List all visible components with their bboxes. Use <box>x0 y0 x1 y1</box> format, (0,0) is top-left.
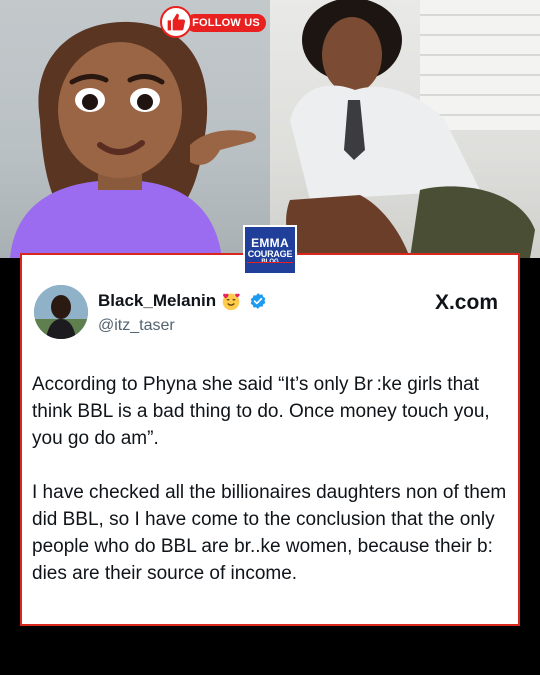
hero-image-area <box>0 0 540 258</box>
logo-line-2: COURAGE <box>247 248 293 259</box>
tweet-paragraph: I have checked all the billionaires daug… <box>32 482 507 584</box>
source-label: X.com <box>434 291 498 314</box>
memoji-illustration <box>10 21 256 258</box>
tweet-card: Black_Melanin @itz_taser X.com According… <box>20 253 520 626</box>
logo-stripe <box>247 262 293 263</box>
display-name[interactable]: Black_Melanin <box>98 291 216 311</box>
follow-us-button[interactable]: FOLLOW US <box>150 6 268 38</box>
smiling-face-with-hearts-emoji <box>222 293 240 311</box>
user-handle[interactable]: @itz_taser <box>98 317 175 335</box>
follow-us-label: FOLLOW US <box>186 14 266 32</box>
avatar[interactable] <box>34 285 88 339</box>
emma-courage-blog-logo: EMMA COURAGE BLOG <box>243 225 297 275</box>
verified-badge-icon <box>250 293 266 309</box>
photo-image <box>270 0 540 258</box>
tweet-body: According to Phyna she said “It’s only B… <box>32 371 512 614</box>
thumbs-up-icon <box>160 6 192 38</box>
memoji-image <box>0 0 270 258</box>
photo-illustration <box>286 0 540 258</box>
tweet-paragraph: According to Phyna she said “It’s only B… <box>32 374 490 449</box>
logo-line-1: EMMA <box>251 235 289 250</box>
